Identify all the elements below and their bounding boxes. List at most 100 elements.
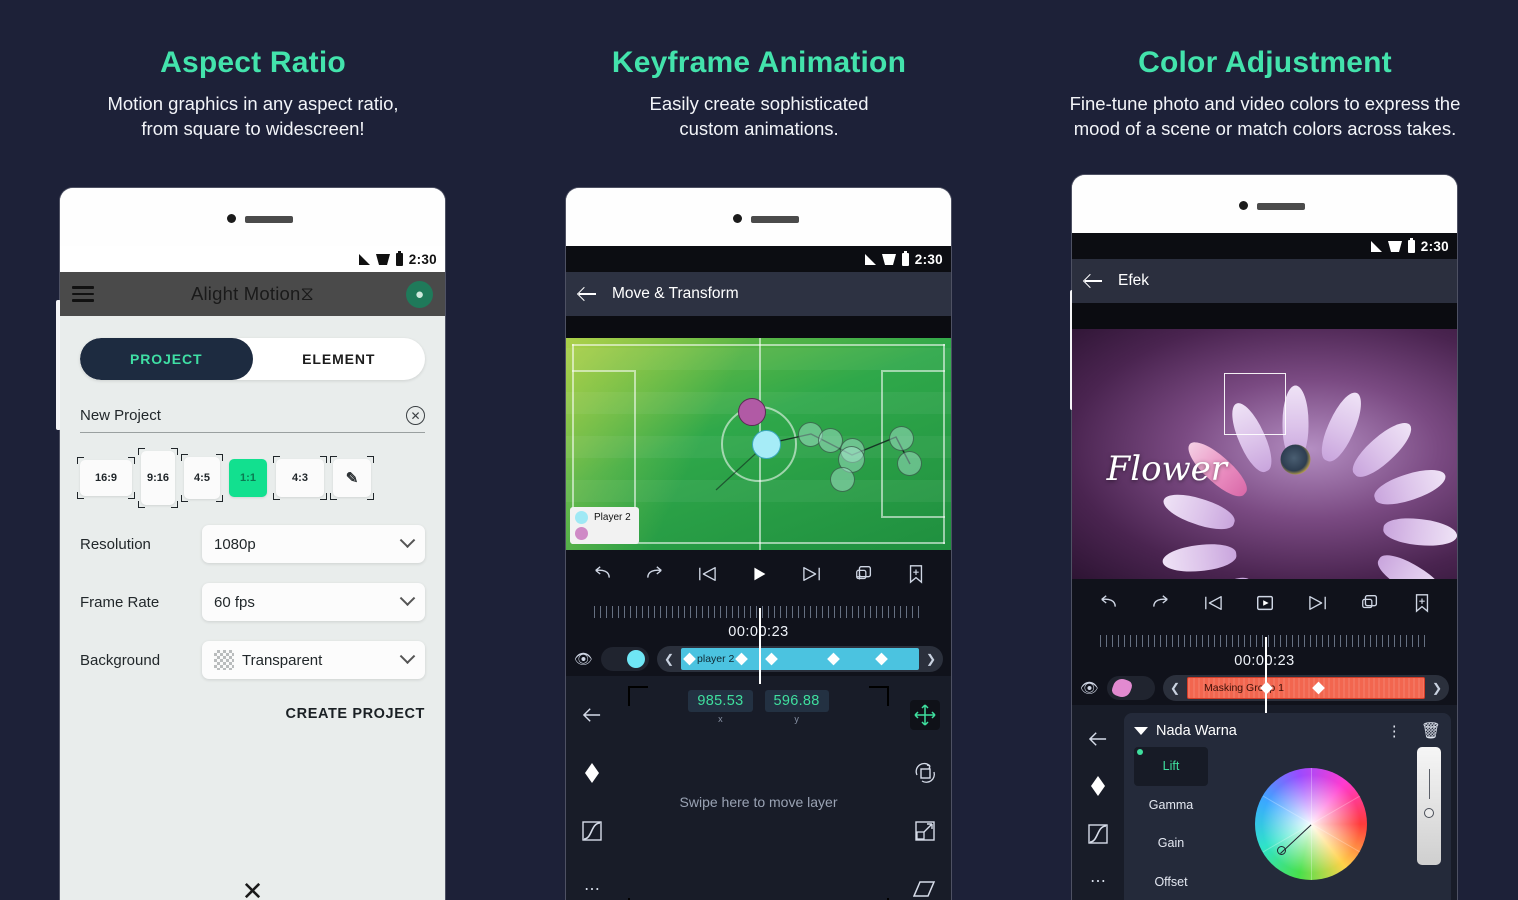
ratio-chip-1-1[interactable]: 1:1	[229, 459, 267, 497]
duplicate-icon[interactable]	[853, 564, 875, 589]
loop-play-icon[interactable]	[1254, 593, 1276, 618]
back-arrow-icon[interactable]	[1084, 271, 1104, 291]
keyframe-node[interactable]	[889, 426, 914, 451]
color-wheel[interactable]	[1254, 768, 1367, 880]
keyframe-diamond-icon[interactable]	[1083, 771, 1113, 801]
luminance-slider[interactable]	[1417, 747, 1441, 865]
background-dropdown[interactable]: Transparent	[202, 641, 425, 679]
tab-gamma[interactable]: Gamma	[1134, 786, 1208, 825]
clear-circle-icon[interactable]: ✕	[406, 406, 425, 425]
trash-icon[interactable]: 🗑	[1421, 721, 1441, 741]
redo-icon[interactable]	[1150, 594, 1172, 617]
undo-icon[interactable]	[1097, 594, 1119, 617]
create-project-button[interactable]: CREATE PROJECT	[286, 706, 425, 722]
timeline-clip[interactable]: player 2	[681, 648, 919, 670]
ratio-chip-16-9[interactable]: 16:9	[77, 457, 135, 499]
project-name-field[interactable]: New Project ✕	[80, 406, 425, 433]
eye-icon[interactable]: 👁	[574, 650, 593, 668]
x-value[interactable]: 985.53	[688, 690, 753, 712]
ratio-chip-4-5[interactable]: 4:5	[181, 454, 223, 502]
skip-to-start-icon[interactable]	[1202, 594, 1224, 617]
resolution-dropdown[interactable]: 1080p	[202, 525, 425, 563]
x-value-box[interactable]: 985.53 x	[688, 690, 753, 724]
legend-item-secondary	[575, 527, 631, 540]
account-avatar-icon[interactable]: ●	[406, 280, 433, 308]
bookmark-icon[interactable]	[1412, 593, 1432, 618]
timeline-clip[interactable]: Masking Group 1	[1187, 677, 1425, 699]
skip-to-end-icon[interactable]	[801, 565, 823, 588]
y-value-box[interactable]: 596.88 y	[764, 690, 829, 724]
easing-curve-icon[interactable]	[1083, 819, 1113, 849]
aspect-ratio-chips: 16:9 9:16 4:5 1:1 4:3 ✎	[77, 448, 425, 508]
ratio-chip-9-16[interactable]: 9:16	[138, 448, 178, 508]
battery-icon	[395, 250, 403, 266]
frame-rate-dropdown[interactable]: 60 fps	[202, 583, 425, 621]
hamburger-icon[interactable]	[72, 286, 94, 302]
luminance-slider-knob[interactable]	[1424, 808, 1434, 819]
back-arrow-icon[interactable]	[578, 284, 598, 304]
wifi-icon	[375, 253, 390, 265]
more-options-icon[interactable]: ⋯	[1083, 866, 1113, 896]
back-arrow-icon[interactable]	[1083, 724, 1113, 754]
phone-top-bezel	[1072, 175, 1457, 233]
tab-offset[interactable]: Offset	[1134, 863, 1208, 900]
duplicate-icon[interactable]	[1359, 593, 1381, 618]
earpiece-speaker	[244, 216, 293, 223]
triangle-down-icon[interactable]	[1134, 727, 1148, 735]
preview-canvas-3[interactable]: Flower	[1072, 329, 1457, 579]
ratio-chip-4-3[interactable]: 4:3	[273, 456, 327, 500]
redo-icon[interactable]	[644, 565, 666, 588]
keyframe-node-current[interactable]	[752, 430, 781, 459]
color-panel-header: Nada Warna ⋮ 🗑	[1134, 721, 1441, 741]
panel-keyframe-animation: Keyframe Animation Easily create sophist…	[506, 0, 1012, 900]
move-icon[interactable]	[910, 700, 940, 730]
playhead-indicator[interactable]	[1264, 637, 1267, 713]
ratio-chip-label: 1:1	[240, 472, 256, 484]
tab-lift[interactable]: Lift	[1134, 747, 1208, 786]
project-name-value[interactable]: New Project	[80, 407, 406, 424]
more-vertical-icon[interactable]: ⋮	[1387, 722, 1403, 740]
layer-color-toggle[interactable]	[1107, 676, 1156, 700]
swipe-pad[interactable]: 985.53 x 596.88 y Swipe here to move lay…	[618, 676, 899, 900]
tab-element[interactable]: ELEMENT	[253, 338, 426, 380]
close-icon[interactable]: ✕	[242, 878, 264, 900]
signal-icon	[358, 253, 370, 265]
layer-color-toggle[interactable]	[601, 647, 650, 671]
chevron-right-icon[interactable]: ❯	[922, 652, 940, 666]
keyframe-node[interactable]	[830, 467, 855, 492]
skew-icon[interactable]	[910, 874, 940, 900]
skip-to-start-icon[interactable]	[696, 565, 718, 588]
playhead-indicator[interactable]	[758, 608, 761, 684]
back-arrow-icon[interactable]	[577, 700, 607, 730]
ratio-chip-custom[interactable]: ✎	[330, 456, 374, 500]
scale-icon[interactable]	[910, 816, 940, 846]
keyframe-diamond-icon[interactable]	[577, 758, 607, 788]
panel-1-headline: Aspect Ratio	[160, 46, 346, 79]
color-wheel-handle[interactable]	[1276, 846, 1286, 855]
play-icon[interactable]	[748, 564, 770, 589]
preview-legend: Player 2	[570, 507, 639, 544]
chevron-left-icon[interactable]: ❮	[660, 652, 678, 666]
keyframe-node-magenta[interactable]	[738, 398, 766, 426]
easing-curve-icon[interactable]	[577, 816, 607, 846]
panel-2-headline: Keyframe Animation	[611, 46, 907, 79]
right-rail-2	[899, 676, 951, 900]
skip-to-end-icon[interactable]	[1307, 594, 1329, 617]
chevron-left-icon[interactable]: ❮	[1166, 681, 1184, 695]
preview-canvas-2[interactable]: Player 2	[566, 338, 951, 550]
undo-icon[interactable]	[591, 565, 613, 588]
selection-box[interactable]	[1224, 373, 1286, 435]
more-options-icon[interactable]: ⋯	[577, 874, 607, 900]
tab-gain[interactable]: Gain	[1134, 824, 1208, 863]
rotate-icon[interactable]	[910, 758, 940, 788]
panel-1-subline: Motion graphics in any aspect ratio, fro…	[107, 93, 399, 140]
eye-icon[interactable]: 👁	[1080, 679, 1099, 697]
flower-image	[1159, 385, 1457, 579]
swipe-hint-text: Swipe here to move layer	[679, 794, 838, 810]
tab-project[interactable]: PROJECT	[80, 338, 253, 380]
keyframe-node[interactable]	[897, 451, 922, 476]
chevron-right-icon[interactable]: ❯	[1428, 681, 1446, 695]
y-value[interactable]: 596.88	[764, 690, 829, 712]
promo-screenshot-stage: Aspect Ratio Motion graphics in any aspe…	[0, 0, 1518, 900]
bookmark-icon[interactable]	[906, 564, 926, 589]
